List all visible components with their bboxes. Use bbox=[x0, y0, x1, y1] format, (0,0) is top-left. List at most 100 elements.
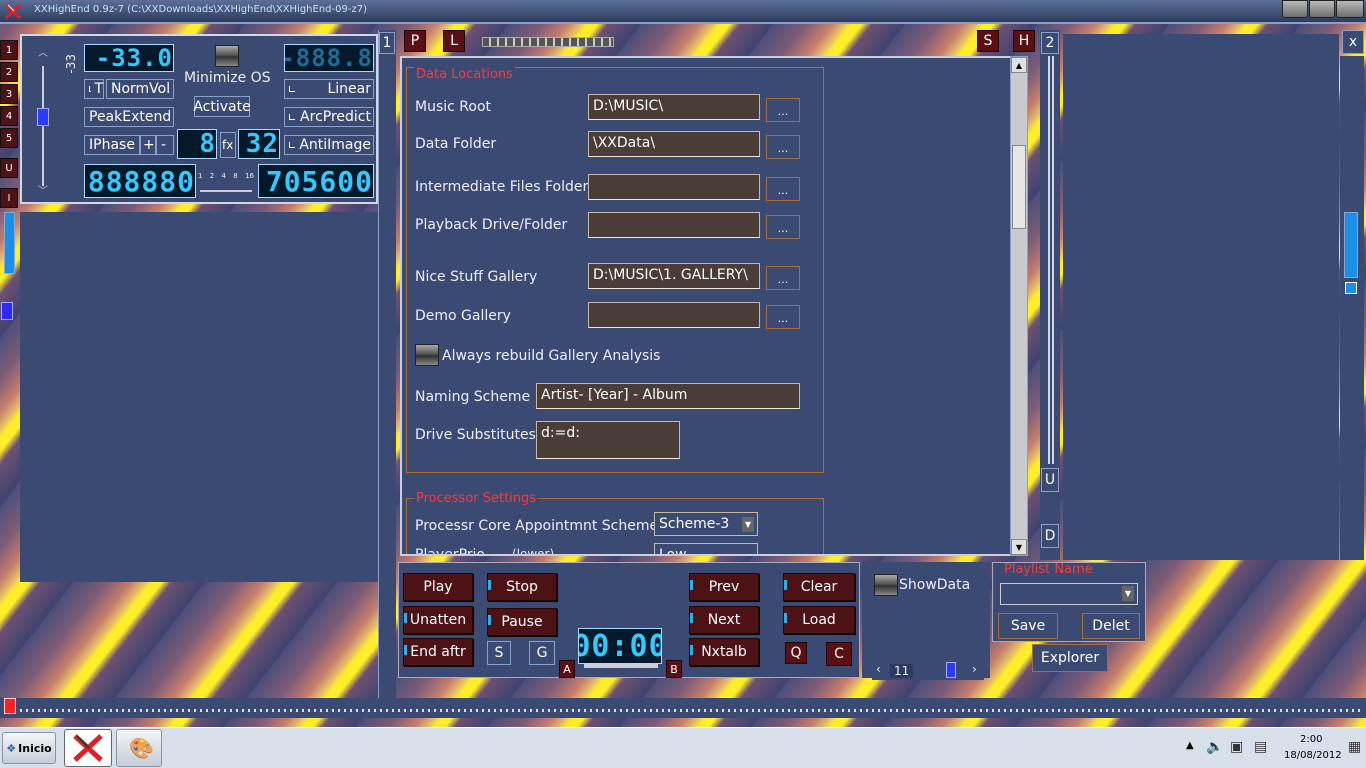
chevron-up-icon[interactable]: ︿ bbox=[38, 44, 48, 59]
left-slider-thumb[interactable] bbox=[1, 302, 13, 320]
next-album-button[interactable]: Nxtalb bbox=[689, 638, 759, 666]
plus-option[interactable]: + bbox=[140, 135, 156, 155]
taskbar-paint-app[interactable]: 🎨 bbox=[116, 729, 162, 767]
drive-substitutes-field[interactable]: d:=d: bbox=[536, 421, 680, 459]
data-folder-field[interactable]: \XXData\ bbox=[588, 131, 760, 157]
page-slider-thumb[interactable] bbox=[946, 662, 956, 678]
playlist-name-title: Playlist Name bbox=[1004, 562, 1093, 577]
prev-button[interactable]: Prev bbox=[689, 573, 759, 601]
demo-gallery-field[interactable] bbox=[588, 302, 760, 328]
close-panel-button[interactable]: x bbox=[1342, 30, 1364, 54]
chevron-down-icon[interactable]: ﹀ bbox=[38, 182, 48, 197]
pause-button[interactable]: Pause bbox=[487, 608, 557, 636]
mid-lcd-b: 32 bbox=[238, 129, 280, 159]
delete-playlist-button[interactable]: Delet bbox=[1082, 613, 1140, 639]
playback-drive-field[interactable] bbox=[588, 212, 760, 238]
minimize-os-toggle[interactable] bbox=[215, 45, 239, 67]
time-slider[interactable] bbox=[584, 664, 658, 668]
panel-2-button[interactable]: 2 bbox=[1041, 32, 1059, 54]
iphase-option[interactable]: IPhase bbox=[84, 135, 140, 155]
maximize-button[interactable] bbox=[1309, 0, 1335, 18]
t-option[interactable]: T bbox=[84, 79, 104, 99]
clear-button[interactable]: Clear bbox=[783, 573, 855, 601]
stop-button[interactable]: Stop bbox=[487, 573, 557, 601]
music-root-browse-button[interactable]: ... bbox=[766, 98, 800, 122]
left-tab-3[interactable]: 3 bbox=[0, 84, 18, 104]
data-folder-browse-button[interactable]: ... bbox=[766, 135, 800, 159]
close-button[interactable] bbox=[1336, 0, 1364, 18]
show-desktop-icon[interactable]: ▦ bbox=[1348, 739, 1361, 755]
page-slider[interactable]: ‹ 11 › bbox=[872, 660, 984, 680]
load-button[interactable]: Load bbox=[783, 606, 855, 634]
l-button[interactable]: L bbox=[443, 30, 465, 52]
d-button[interactable]: D bbox=[1041, 524, 1059, 548]
left-tab-i[interactable]: I bbox=[0, 188, 18, 208]
h-button[interactable]: H bbox=[1013, 30, 1035, 52]
save-playlist-button[interactable]: Save bbox=[998, 613, 1058, 639]
clock-date[interactable]: 18/08/2012 bbox=[1284, 750, 1342, 761]
s-transport-button[interactable]: S bbox=[487, 641, 511, 665]
tray-expand-icon[interactable]: ▲ bbox=[1186, 740, 1194, 751]
u-button[interactable]: U bbox=[1041, 468, 1059, 492]
taskbar-xxhighend-app[interactable] bbox=[64, 729, 112, 767]
position-strip[interactable] bbox=[0, 698, 1366, 718]
left-tab-u[interactable]: U bbox=[0, 158, 18, 178]
c-button[interactable]: C bbox=[826, 642, 852, 666]
clock-time[interactable]: 2:00 bbox=[1300, 734, 1322, 745]
processor-settings-title: Processor Settings bbox=[414, 491, 539, 506]
always-rebuild-toggle[interactable] bbox=[415, 344, 439, 366]
linear-option[interactable]: Linear bbox=[284, 79, 374, 99]
left-tab-1[interactable]: 1 bbox=[0, 40, 18, 60]
play-button[interactable]: Play bbox=[403, 573, 473, 601]
far-right-thumb[interactable] bbox=[1345, 282, 1357, 294]
end-after-button[interactable]: End aftr bbox=[403, 638, 473, 666]
chevron-right-icon[interactable]: › bbox=[972, 662, 977, 676]
left-tab-2[interactable]: 2 bbox=[0, 62, 18, 82]
a-marker-button[interactable]: A bbox=[559, 660, 575, 678]
intermediate-folder-field[interactable] bbox=[588, 174, 760, 200]
minus-option[interactable]: - bbox=[156, 135, 174, 155]
fx-button[interactable]: fx bbox=[220, 132, 236, 158]
position-thumb[interactable] bbox=[4, 698, 16, 714]
activate-button[interactable]: Activate bbox=[193, 96, 251, 117]
core-scheme-chevron-down-icon[interactable]: ▼ bbox=[742, 517, 754, 532]
playback-drive-browse-button[interactable]: ... bbox=[766, 215, 800, 239]
demo-gallery-browse-button[interactable]: ... bbox=[766, 305, 800, 329]
left-tab-4[interactable]: 4 bbox=[0, 106, 18, 126]
b-marker-button[interactable]: B bbox=[666, 660, 682, 678]
scale-slider[interactable] bbox=[200, 190, 252, 192]
playlist-chevron-down-icon[interactable]: ▼ bbox=[1122, 586, 1134, 601]
showdata-toggle[interactable] bbox=[874, 574, 898, 596]
next-button[interactable]: Next bbox=[689, 606, 759, 634]
chevron-left-icon[interactable]: ‹ bbox=[876, 662, 881, 676]
volume-muted-icon[interactable]: 🔈 bbox=[1206, 739, 1223, 755]
player-prio-select[interactable]: Low bbox=[654, 543, 758, 554]
peakextend-option[interactable]: PeakExtend bbox=[84, 107, 174, 127]
p-button[interactable]: P bbox=[404, 30, 426, 52]
explorer-button[interactable]: Explorer bbox=[1032, 644, 1108, 672]
g-transport-button[interactable]: G bbox=[529, 641, 555, 665]
settings-scrollbar[interactable]: ▲ ▼ bbox=[1010, 56, 1028, 556]
volume-thumb[interactable] bbox=[37, 108, 49, 126]
scroll-thumb[interactable] bbox=[1012, 145, 1026, 229]
music-root-field[interactable]: D:\MUSIC\ bbox=[588, 94, 760, 120]
panel-1-button[interactable]: 1 bbox=[379, 32, 395, 54]
minimize-button[interactable] bbox=[1282, 0, 1308, 18]
intermediate-folder-browse-button[interactable]: ... bbox=[766, 177, 800, 201]
q-button[interactable]: Q bbox=[785, 642, 807, 664]
s-button[interactable]: S bbox=[977, 30, 999, 52]
arcpredict-option[interactable]: ArcPredict bbox=[284, 107, 374, 127]
nice-stuff-gallery-field[interactable]: D:\MUSIC\1. GALLERY\ bbox=[588, 263, 760, 289]
nice-stuff-gallery-browse-button[interactable]: ... bbox=[766, 266, 800, 290]
power-icon[interactable]: ▤ bbox=[1254, 739, 1267, 755]
scroll-up-icon[interactable]: ▲ bbox=[1011, 57, 1027, 73]
start-button[interactable]: ❖ Inicio bbox=[2, 732, 56, 764]
antiimage-option[interactable]: AntiImage bbox=[284, 135, 374, 155]
unatten-button[interactable]: Unatten bbox=[403, 606, 473, 634]
scroll-down-icon[interactable]: ▼ bbox=[1011, 539, 1027, 555]
playlist-name-select[interactable] bbox=[1000, 583, 1138, 605]
normvol-option[interactable]: NormVol bbox=[106, 79, 174, 99]
naming-scheme-field[interactable]: Artist- [Year] - Album bbox=[536, 383, 800, 409]
left-tab-5[interactable]: 5 bbox=[0, 128, 18, 148]
network-icon[interactable]: ▣ bbox=[1230, 739, 1243, 755]
